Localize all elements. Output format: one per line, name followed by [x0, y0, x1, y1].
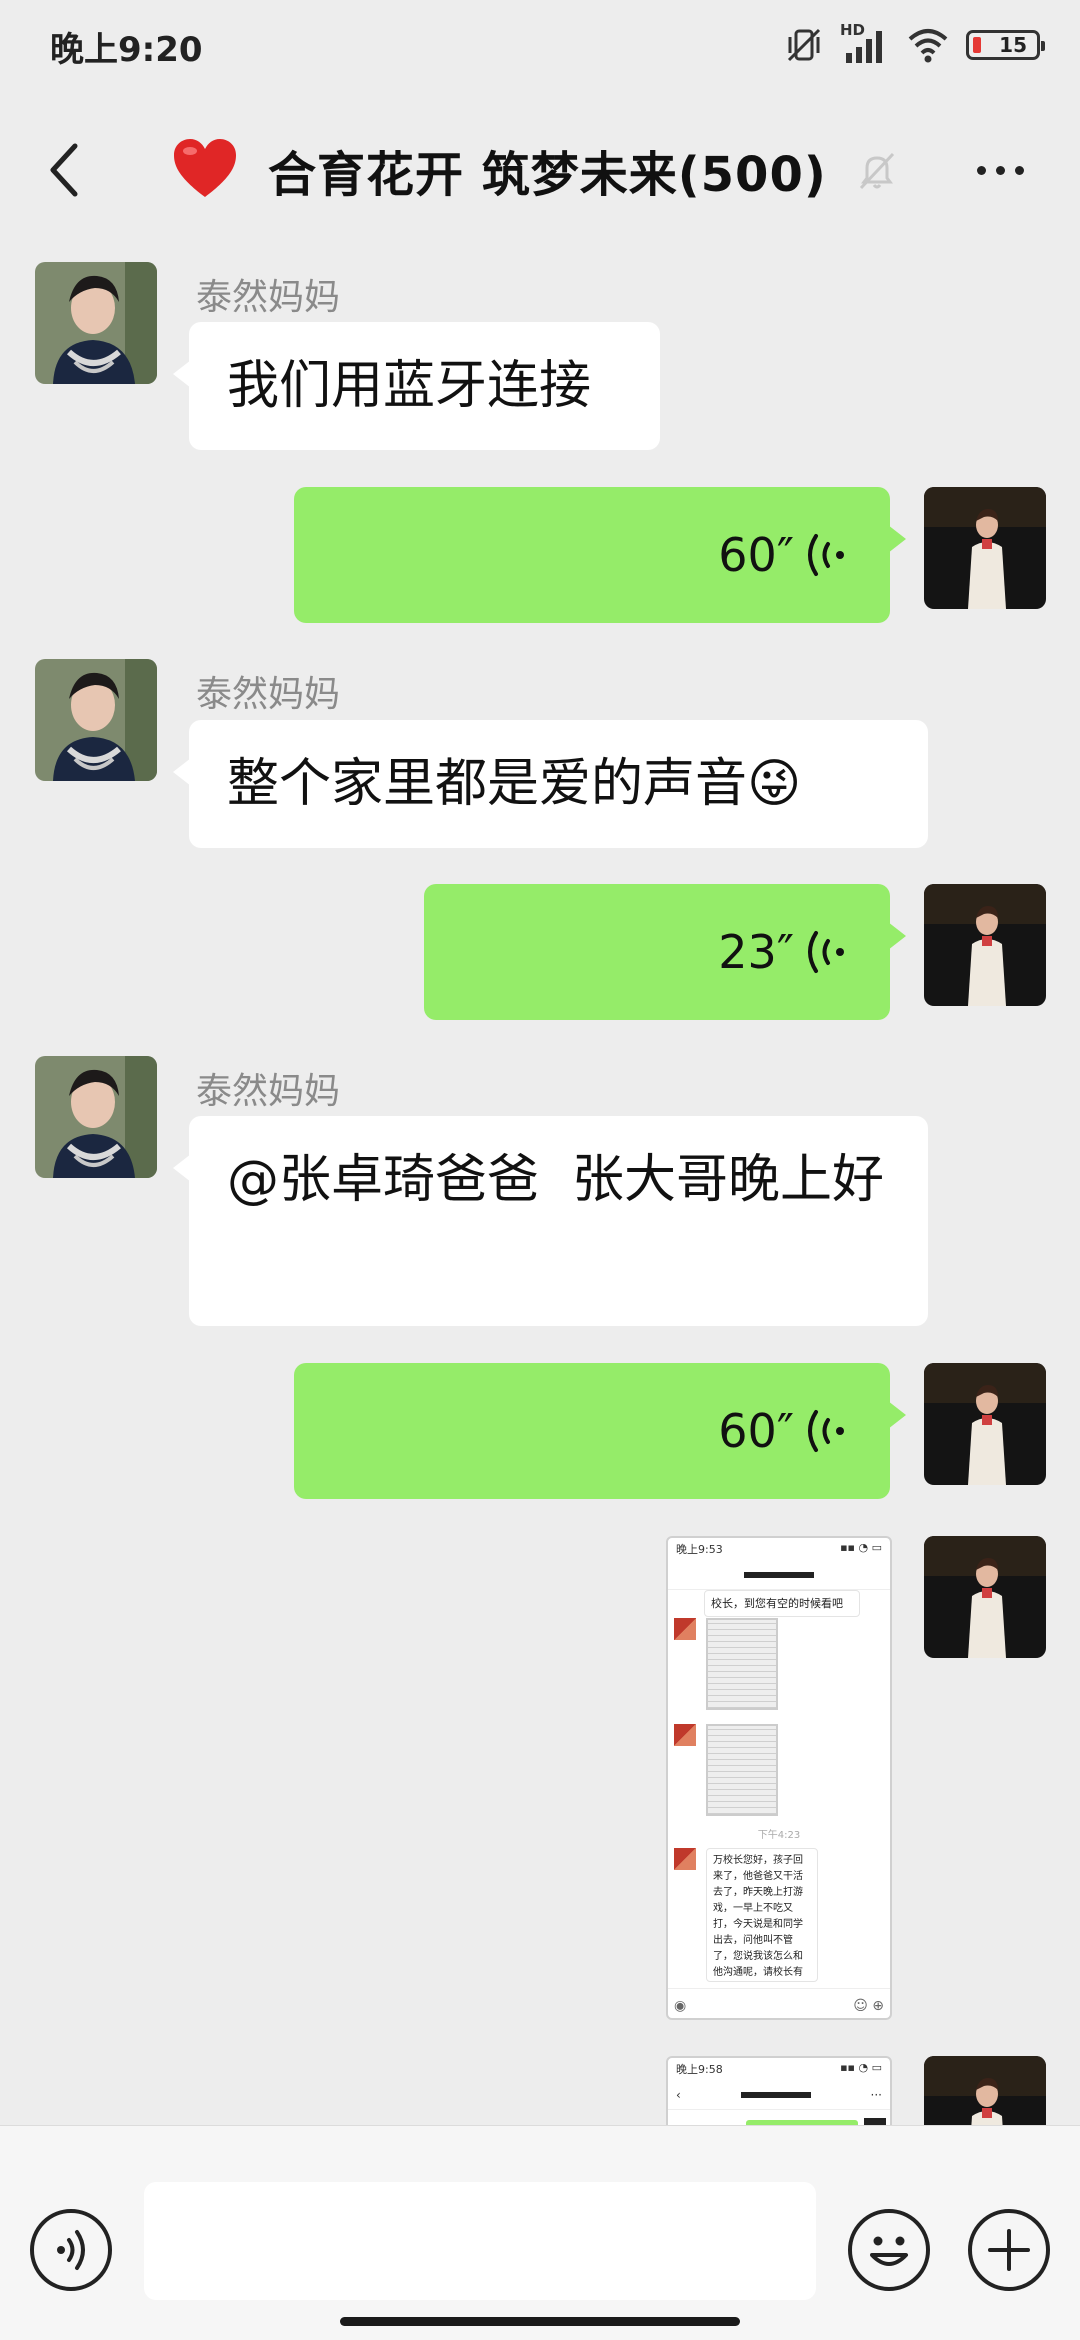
voice-content: 60″ — [294, 487, 890, 623]
vibrate-off-icon — [787, 28, 821, 62]
mini-emoji-plus-icons: ☺ ⊕ — [853, 1997, 884, 2014]
voice-message-bubble[interactable]: 60″ — [294, 487, 906, 623]
emoji-icon — [870, 2236, 908, 2266]
title-wrap[interactable]: 合育花开 筑梦未来(500) — [170, 130, 899, 210]
battery-indicator: 15 — [966, 30, 1045, 60]
plus-button[interactable] — [968, 2209, 1050, 2291]
voice-input-button[interactable] — [30, 2209, 112, 2291]
chat-screen: 晚上9:20 HD 15 合育花开 筑梦未来(500) 泰然妈妈 我们用蓝牙连接… — [0, 0, 1080, 2340]
chevron-left-icon — [50, 143, 78, 197]
text-message-bubble[interactable]: 整个家里都是爱的声音😜 — [173, 720, 928, 848]
my-avatar[interactable] — [924, 1536, 1046, 1658]
wifi-icon — [908, 29, 948, 63]
image-message[interactable]: 晚上9:58 ▪▪ ◔ ▭ ‹ ··· — [666, 2056, 892, 2125]
voice-duration: 60″ — [718, 528, 794, 582]
heart-icon — [174, 139, 236, 197]
message-text: @张卓琦爸爸 张大哥晚上好 — [227, 1150, 885, 1210]
signal-icon: HD — [840, 21, 890, 65]
mini-status-bar: 晚上9:58 ▪▪ ◔ ▭ — [668, 2058, 890, 2080]
mini-header: ‹ ··· — [668, 2080, 890, 2110]
voice-wave-icon — [808, 931, 844, 973]
mini-more-icon: ··· — [870, 2087, 882, 2102]
mini-photo — [706, 1618, 778, 1710]
status-time: 晚上9:20 — [50, 30, 203, 70]
input-bar — [0, 2125, 1080, 2340]
text-message-bubble[interactable]: 我们用蓝牙连接 — [173, 322, 660, 450]
voice-content: 23″ — [424, 884, 890, 1020]
chat-header: 合育花开 筑梦未来(500) — [0, 100, 1080, 240]
message-input[interactable] — [144, 2182, 816, 2300]
voice-content: 60″ — [294, 1363, 890, 1499]
text-message-bubble[interactable]: @张卓琦爸爸 张大哥晚上好 — [173, 1116, 928, 1326]
image-message[interactable]: 晚上9:53 ▪▪ ◔ ▭ 校长，到您有空的时候看吧 下午4:23 万校长您好，… — [666, 1536, 892, 2020]
avatar[interactable] — [35, 1056, 157, 1178]
message-text: 整个家里都是爱的声音😜 — [227, 754, 802, 814]
more-dot — [1014, 165, 1024, 175]
more-button[interactable] — [960, 130, 1040, 210]
more-dot — [976, 165, 986, 175]
voice-message-bubble[interactable]: 23″ — [424, 884, 906, 1020]
mini-status-icons: ▪▪ ◔ ▭ — [840, 2061, 882, 2074]
plus-icon — [988, 2229, 1030, 2271]
voice-message-bubble[interactable]: 60″ — [294, 1363, 906, 1499]
chat-title: 合育花开 筑梦未来(500) — [268, 147, 827, 203]
mini-status-time: 晚上9:58 — [676, 2063, 723, 2076]
my-avatar[interactable] — [924, 487, 1046, 609]
voice-wave-icon — [808, 534, 844, 576]
emoji-button[interactable] — [848, 2209, 930, 2291]
back-button[interactable] — [30, 130, 100, 210]
status-icons: HD 15 — [784, 21, 1045, 68]
battery-level: 15 — [999, 33, 1027, 57]
mini-input-bar: ◉ ☺ ⊕ — [668, 1988, 890, 2018]
mini-header — [668, 1560, 890, 1590]
my-avatar[interactable] — [924, 1363, 1046, 1485]
mini-title-redacted — [740, 2091, 811, 2098]
my-avatar[interactable] — [924, 2056, 1046, 2125]
mini-timestamp: 下午4:23 — [757, 1830, 801, 1841]
sender-name: 泰然妈妈 — [196, 674, 341, 715]
bell-off-icon — [859, 152, 894, 190]
voice-duration: 23″ — [718, 925, 794, 979]
mini-avatar — [674, 1724, 696, 1746]
home-indicator[interactable] — [340, 2317, 740, 2326]
message-list[interactable]: 泰然妈妈 我们用蓝牙连接 60″ 泰然妈妈 整个家里都是爱的声音😜 23″ 泰然… — [0, 240, 1080, 2125]
avatar[interactable] — [35, 262, 157, 384]
mini-avatar-right — [864, 2118, 886, 2125]
more-dot — [995, 165, 1005, 175]
mini-avatar — [674, 1618, 696, 1640]
my-avatar[interactable] — [924, 884, 1046, 1006]
mini-bubble: 万校长您好，孩子回来了，他爸爸又干活去了，昨天晚上打游戏，一早上不吃又打，今天说… — [706, 1848, 818, 1982]
avatar[interactable] — [35, 659, 157, 781]
mini-status-time: 晚上9:53 — [676, 1543, 723, 1556]
mini-photo — [706, 1724, 778, 1816]
voice-input-icon — [57, 2230, 85, 2270]
mini-back-icon: ‹ — [676, 2087, 681, 2102]
mini-bubble: 校长，到您有空的时候看吧 — [704, 1590, 860, 1617]
sender-name: 泰然妈妈 — [196, 1071, 341, 1112]
status-bar: 晚上9:20 HD 15 — [0, 0, 1080, 90]
mini-status-bar: 晚上9:53 ▪▪ ◔ ▭ — [668, 1538, 890, 1560]
message-text: 我们用蓝牙连接 — [227, 356, 592, 416]
voice-wave-icon — [808, 1410, 844, 1452]
mini-title-redacted — [744, 1571, 814, 1578]
mini-voice-icon: ◉ — [674, 1997, 687, 2014]
mini-avatar — [674, 1848, 696, 1870]
mini-status-icons: ▪▪ ◔ ▭ — [840, 1541, 882, 1554]
sender-name: 泰然妈妈 — [196, 277, 341, 318]
voice-duration: 60″ — [718, 1404, 794, 1458]
